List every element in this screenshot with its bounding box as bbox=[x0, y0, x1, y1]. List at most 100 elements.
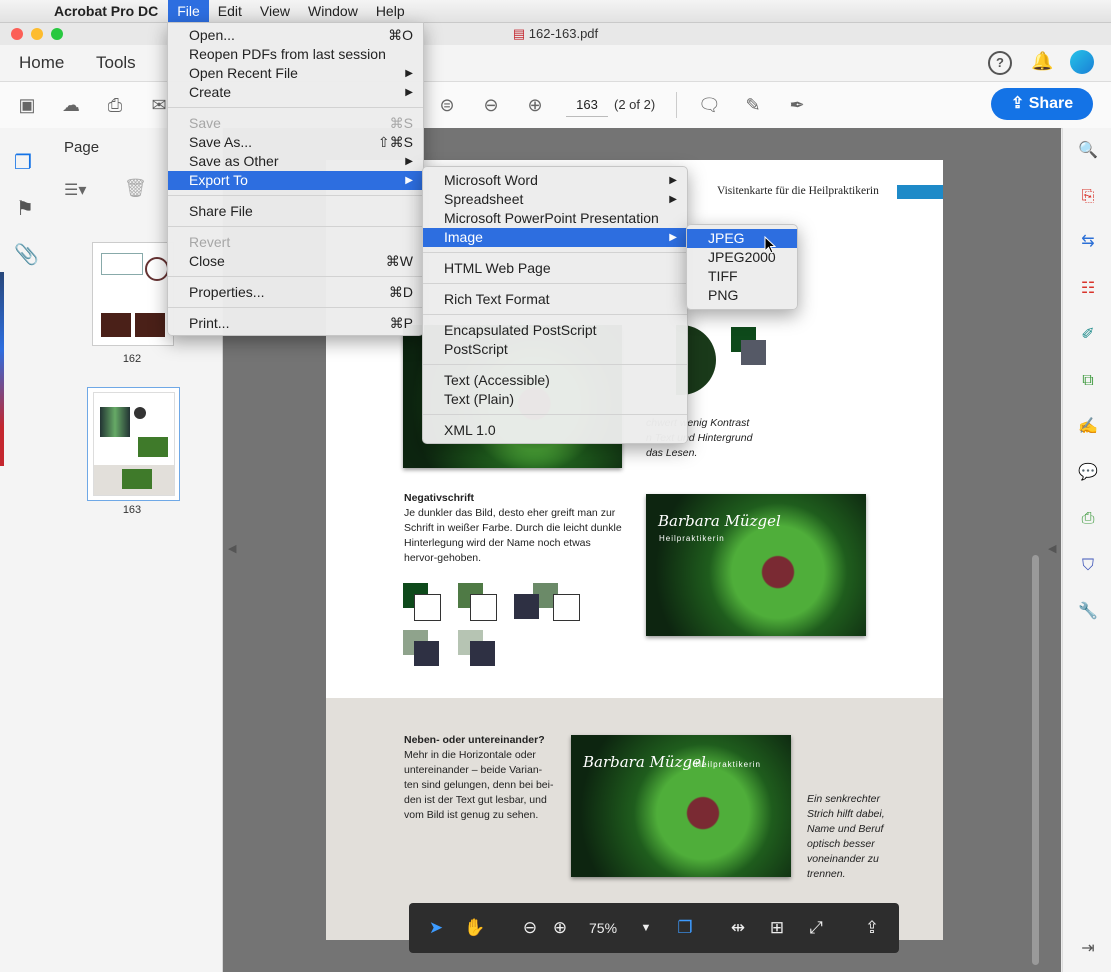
page-view-icon[interactable]: ❐ bbox=[674, 917, 696, 939]
zoom-level[interactable]: 75% bbox=[589, 917, 617, 939]
zoom-out-icon[interactable]: ⊖ bbox=[519, 917, 541, 939]
tab-tools[interactable]: Tools bbox=[96, 53, 136, 73]
zoom-window-button[interactable] bbox=[51, 28, 63, 40]
menu-item-rtf[interactable]: Rich Text Format bbox=[423, 290, 687, 309]
menu-file[interactable]: File bbox=[168, 0, 209, 22]
more-tools-icon[interactable]: 🔧 bbox=[1077, 601, 1099, 623]
fullscreen-icon[interactable]: ⤢ bbox=[805, 917, 827, 939]
export-share-icon[interactable]: ⇪ bbox=[861, 917, 883, 939]
negativschrift-title: Negativschrift bbox=[404, 492, 475, 504]
color-swatch bbox=[553, 594, 580, 621]
zoom-tool-icon[interactable]: 🔍 bbox=[1077, 140, 1099, 162]
left-edge-color-strip bbox=[0, 272, 4, 466]
fill-sign-icon[interactable]: ✍ bbox=[1077, 416, 1099, 438]
submenu-arrow-icon: ▶ bbox=[405, 87, 413, 98]
delete-page-icon[interactable]: 🗑 bbox=[124, 178, 147, 199]
attachment-icon[interactable]: 📎 bbox=[14, 242, 39, 267]
minimize-window-button[interactable] bbox=[31, 28, 43, 40]
menu-item-html[interactable]: HTML Web Page bbox=[423, 259, 687, 278]
menu-item-text-accessible[interactable]: Text (Accessible) bbox=[423, 371, 687, 390]
upload-cloud-icon[interactable]: ☁ bbox=[60, 94, 82, 116]
export-pdf-icon[interactable]: ⇆ bbox=[1077, 231, 1099, 253]
tab-home[interactable]: Home bbox=[19, 53, 64, 73]
close-window-button[interactable] bbox=[11, 28, 23, 40]
hand-tool-icon[interactable]: ✋ bbox=[464, 917, 486, 939]
menu-item-print[interactable]: Print... ⌘P bbox=[168, 314, 423, 333]
next-page-icon[interactable]: ⊕ bbox=[524, 94, 546, 116]
thumbnail-options-icon[interactable]: ☰▾ bbox=[64, 180, 86, 200]
menu-item-create[interactable]: Create ▶ bbox=[168, 83, 423, 102]
help-icon[interactable]: ? bbox=[988, 51, 1012, 75]
account-avatar[interactable] bbox=[1070, 50, 1094, 74]
menu-item-postscript[interactable]: PostScript bbox=[423, 340, 687, 359]
menu-item-eps[interactable]: Encapsulated PostScript bbox=[423, 321, 687, 340]
page-thumbnails-icon[interactable]: ❐ bbox=[14, 150, 32, 175]
page-number-input[interactable]: 163 bbox=[566, 94, 608, 117]
zoom-in-icon[interactable]: ⊕ bbox=[549, 917, 571, 939]
menu-item-text-plain[interactable]: Text (Plain) bbox=[423, 390, 687, 409]
organize-pages-icon[interactable]: ☷ bbox=[1077, 278, 1099, 300]
scan-ocr-icon[interactable]: ⎙ bbox=[1077, 508, 1099, 530]
print-icon[interactable]: ⎙ bbox=[104, 94, 126, 116]
scroll-mode-icon[interactable]: ⊜ bbox=[436, 94, 458, 116]
previous-page-icon[interactable]: ⊖ bbox=[480, 94, 502, 116]
menu-item-revert: Revert bbox=[189, 234, 231, 250]
menu-edit[interactable]: Edit bbox=[209, 0, 251, 22]
menu-window[interactable]: Window bbox=[299, 0, 367, 22]
collapse-left-panel-icon[interactable]: ◀ bbox=[228, 542, 236, 555]
menu-item-open-recent[interactable]: Open Recent File ▶ bbox=[168, 64, 423, 83]
menu-item-xml[interactable]: XML 1.0 bbox=[423, 421, 687, 440]
menu-item-jpeg[interactable]: JPEG bbox=[687, 229, 797, 248]
share-button[interactable]: ⇪ Share bbox=[991, 88, 1093, 120]
app-menu[interactable]: Acrobat Pro DC bbox=[54, 3, 158, 19]
zoom-dropdown-icon[interactable]: ▼ bbox=[635, 917, 657, 939]
menu-item-jpeg2000[interactable]: JPEG2000 bbox=[687, 248, 797, 267]
create-pdf-icon[interactable]: ⎘ bbox=[1077, 186, 1099, 208]
image-submenu: JPEG JPEG2000 TIFF PNG bbox=[686, 224, 798, 310]
menu-item-reopen[interactable]: Reopen PDFs from last session bbox=[168, 45, 423, 64]
select-cursor-icon[interactable]: ➤ bbox=[425, 917, 447, 939]
menu-item-save-as[interactable]: Save As... ⇧⌘S bbox=[168, 133, 423, 152]
vertical-scrollbar[interactable] bbox=[1032, 555, 1039, 965]
fit-page-icon[interactable]: ⊞ bbox=[766, 917, 788, 939]
menu-help[interactable]: Help bbox=[367, 0, 414, 22]
bell-icon[interactable]: 🔔 bbox=[1031, 51, 1053, 72]
menu-item-image[interactable]: Image ▶ bbox=[423, 228, 687, 247]
page-thumbnail-162[interactable] bbox=[92, 242, 174, 346]
menu-item-save-as-other[interactable]: Save as Other ▶ bbox=[168, 152, 423, 171]
menu-item-png[interactable]: PNG bbox=[687, 286, 797, 305]
submenu-arrow-icon: ▶ bbox=[405, 175, 413, 186]
menu-item-powerpoint[interactable]: Microsoft PowerPoint Presentation bbox=[423, 209, 687, 228]
export-to-submenu: Microsoft Word ▶ Spreadsheet ▶ Microsoft P… bbox=[422, 166, 688, 444]
highlight-pen-icon[interactable]: ✎ bbox=[742, 94, 764, 116]
sign-icon[interactable]: ✒ bbox=[786, 94, 808, 116]
menu-view[interactable]: View bbox=[251, 0, 299, 22]
menu-item-close[interactable]: Close ⌘W bbox=[168, 252, 423, 271]
submenu-arrow-icon: ▶ bbox=[405, 156, 413, 167]
edit-pdf-icon[interactable]: ✐ bbox=[1077, 324, 1099, 346]
menu-item-export-to[interactable]: Export To ▶ bbox=[168, 171, 423, 190]
header-bar bbox=[897, 185, 943, 199]
save-icon[interactable]: ▣ bbox=[16, 94, 38, 116]
protect-icon[interactable]: ⛉ bbox=[1077, 555, 1099, 577]
menu-item-tiff[interactable]: TIFF bbox=[687, 267, 797, 286]
fit-width-icon[interactable]: ⇹ bbox=[727, 917, 749, 939]
comment-tool-icon[interactable]: 💬 bbox=[1077, 462, 1099, 484]
page-thumbnail-163[interactable] bbox=[87, 387, 180, 501]
menu-item-spreadsheet[interactable]: Spreadsheet ▶ bbox=[423, 190, 687, 209]
menu-item-microsoft-word[interactable]: Microsoft Word ▶ bbox=[423, 171, 687, 190]
floating-page-toolbar: ➤ ✋ ⊖ ⊕ 75% ▼ ❐ ⇹ ⊞ ⤢ ⇪ bbox=[409, 903, 899, 953]
mac-menu-bar: Acrobat Pro DC File Edit View Window Hel… bbox=[0, 0, 1111, 23]
submenu-arrow-icon: ▶ bbox=[669, 175, 677, 186]
combine-files-icon[interactable]: ⧉ bbox=[1077, 370, 1099, 392]
comment-icon[interactable]: 🗨 bbox=[698, 94, 721, 116]
page-header: Visitenkarte für die Heilpraktikerin bbox=[717, 185, 879, 197]
menu-item-share-file[interactable]: Share File bbox=[168, 202, 423, 221]
menu-item-properties[interactable]: Properties... ⌘D bbox=[168, 283, 423, 302]
collapse-rail-icon[interactable]: ⇥ bbox=[1077, 938, 1099, 960]
bookmark-icon[interactable]: ⚑ bbox=[16, 196, 34, 221]
page-count: (2 of 2) bbox=[614, 97, 656, 112]
thumbnail-label-163: 163 bbox=[122, 504, 142, 516]
collapse-right-panel-icon[interactable]: ◀ bbox=[1048, 542, 1056, 555]
menu-item-open[interactable]: Open... ⌘O bbox=[168, 26, 423, 45]
